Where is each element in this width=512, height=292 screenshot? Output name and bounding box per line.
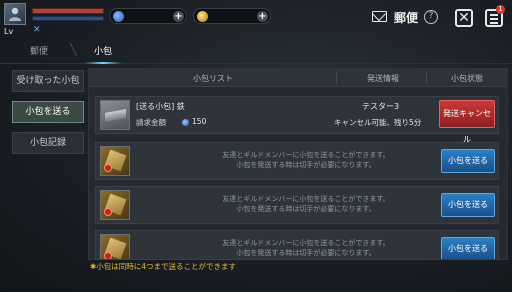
add-gold-button[interactable]: + (257, 11, 268, 22)
page-title: 郵便 (394, 11, 419, 25)
recipient-name: テスター3 (362, 102, 400, 111)
gem-icon (113, 11, 124, 22)
send-status: キャンセル可能、残り5分 (334, 118, 422, 127)
sidebar-item-send[interactable]: 小包を送る (12, 101, 84, 123)
gold-currency: + (193, 8, 271, 24)
description-line: 小包を発送する時は切手が必要になります。 (236, 249, 376, 257)
row-description: 友達とギルドメンバーに小包を送ることができます。 小包を発送する時は切手が必要に… (196, 150, 416, 170)
item-name: [送る小包] 鉄 (136, 102, 185, 111)
row-description: 友達とギルドメンバーに小包を送ることができます。 小包を発送する時は切手が必要に… (196, 238, 416, 258)
column-divider (426, 72, 427, 84)
tab-bar: 郵便 ╲ 小包 (0, 38, 512, 64)
column-header-list: 小包リスト (193, 74, 233, 83)
active-tab-indicator (84, 62, 122, 64)
table-row: 友達とギルドメンバーに小包を送ることができます。 小包を発送する時は切手が必要に… (95, 230, 499, 260)
gold-coin-icon (197, 11, 208, 22)
column-divider (336, 72, 337, 84)
menu-line-icon (490, 14, 498, 16)
notification-badge: 1 (496, 5, 505, 14)
mp-bar (32, 16, 104, 21)
price-label: 請求金額 (136, 118, 166, 127)
package-icon (100, 146, 130, 176)
row-description: 友達とギルドメンバーに小包を送ることができます。 小包を発送する時は切手が必要に… (196, 194, 416, 214)
table-row: [送る小包] 鉄 請求金額 150 テスター3 キャンセル可能、残り5分 発送キ… (95, 96, 499, 144)
table-header: 小包リスト 発送情報 小包状態 (89, 69, 507, 87)
sidebar: 受け取った小包 小包を送る 小包記録 (6, 70, 86, 163)
mail-icon (372, 11, 387, 22)
tab-mail[interactable]: 郵便 (30, 44, 48, 57)
send-package-button[interactable]: 小包を送る (441, 237, 495, 259)
package-list-panel: 小包リスト 発送情報 小包状態 [送る小包] 鉄 請求金額 150 テスター3 … (88, 68, 508, 260)
description-line: 小包を発送する時は切手が必要になります。 (236, 161, 376, 169)
character-portrait-icon (9, 7, 21, 21)
level-label: Lv (4, 27, 14, 36)
gem-icon (182, 119, 189, 126)
price-value: 150 (192, 117, 207, 126)
gem-currency: + (109, 8, 187, 24)
description-line: 友達とギルドメンバーに小包を送ることができます。 (222, 151, 390, 159)
hp-bar (32, 8, 104, 14)
top-bar: Lv ✕ + + 郵便 ? ✕ 1 (0, 0, 512, 38)
description-line: 友達とギルドメンバーに小包を送ることができます。 (222, 239, 390, 247)
package-icon (100, 234, 130, 259)
column-header-send-info: 発送情報 (367, 74, 399, 83)
footer-note: ✱小包は同時に4つまで送ることができます (90, 262, 237, 271)
help-button[interactable]: ? (424, 10, 438, 24)
tab-divider: ╲ (70, 43, 77, 56)
iron-item-icon (100, 100, 130, 130)
column-header-status: 小包状態 (451, 74, 483, 83)
sidebar-item-received[interactable]: 受け取った小包 (12, 70, 84, 92)
send-package-button[interactable]: 小包を送る (441, 149, 495, 173)
cancel-send-button[interactable]: 発送キャンセル (439, 100, 495, 144)
description-line: 友達とギルドメンバーに小包を送ることができます。 (222, 195, 390, 203)
avatar[interactable] (4, 3, 26, 25)
package-icon (100, 190, 130, 220)
table-row: 友達とギルドメンバーに小包を送ることができます。 小包を発送する時は切手が必要に… (95, 186, 499, 224)
add-gem-button[interactable]: + (173, 11, 184, 22)
menu-line-icon (490, 18, 498, 20)
sidebar-item-history[interactable]: 小包記録 (12, 132, 84, 154)
close-button[interactable]: ✕ (455, 9, 473, 27)
class-icon: ✕ (33, 25, 41, 35)
menu-line-icon (490, 22, 498, 24)
tab-package[interactable]: 小包 (94, 44, 112, 57)
send-package-button[interactable]: 小包を送る (441, 193, 495, 217)
description-line: 小包を発送する時は切手が必要になります。 (236, 205, 376, 213)
table-row: 友達とギルドメンバーに小包を送ることができます。 小包を発送する時は切手が必要に… (95, 142, 499, 180)
